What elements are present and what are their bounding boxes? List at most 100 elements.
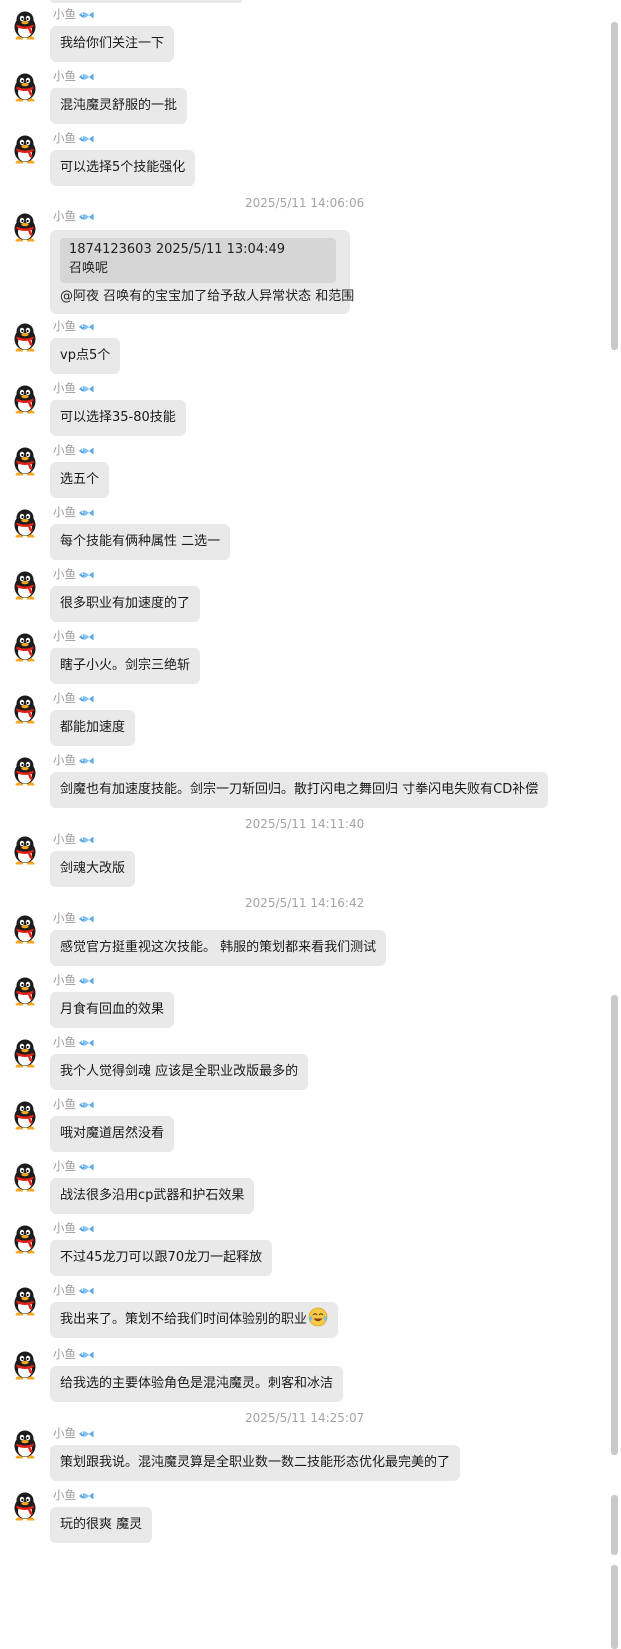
message-bubble[interactable]: 策划跟我说。混沌魔灵算是全职业数一数二技能形态优化最完美的了 xyxy=(50,1445,461,1481)
scrollbar-thumb-end[interactable] xyxy=(611,1565,618,1649)
message-text: 感觉官方挺重视这次技能。 韩服的策划都来看我们测试 xyxy=(60,940,377,955)
reply-message-bubble[interactable]: 1874123603 2025/5/11 13:04:49 召唤呢 @阿夜 召唤有的… xyxy=(50,230,354,314)
sender-name[interactable]: 小鱼 xyxy=(53,131,94,145)
message-bubble[interactable]: 每个技能有俩种属性 二选一 xyxy=(50,524,231,560)
sender-name-text: 小鱼 xyxy=(53,1159,76,1173)
qq-penguin-avatar-icon[interactable] xyxy=(10,835,40,865)
message-bubble[interactable]: 战法很多沿用cp武器和护石效果 xyxy=(50,1178,255,1214)
sender-name[interactable]: 小鱼 xyxy=(53,629,94,643)
message-bubble[interactable]: 瞎子小火。剑宗三绝斩 xyxy=(50,648,201,684)
qq-penguin-avatar-icon[interactable] xyxy=(10,1100,40,1130)
message-bubble[interactable]: 哦对魔道居然没看 xyxy=(50,1116,175,1152)
message-bubble[interactable]: 剑魂大改版 xyxy=(50,851,136,887)
sender-name-text: 小鱼 xyxy=(53,209,76,223)
qq-penguin-avatar-icon[interactable] xyxy=(10,384,40,414)
message-text: 我出来了。策划不给我们时间体验别的职业 xyxy=(60,1312,308,1327)
fish-badge-icon xyxy=(78,10,94,20)
sender-name[interactable]: 小鱼 xyxy=(53,1097,94,1111)
sender-name[interactable]: 小鱼 xyxy=(53,7,94,21)
sender-name-text: 小鱼 xyxy=(53,69,76,83)
message-bubble[interactable]: vp点5个 xyxy=(50,338,121,374)
sender-name[interactable]: 小鱼 xyxy=(53,973,94,987)
sender-name-text: 小鱼 xyxy=(53,443,76,457)
qq-penguin-avatar-icon[interactable] xyxy=(10,508,40,538)
message-bubble[interactable]: 混沌魔灵舒服的一批 xyxy=(50,88,188,124)
qq-penguin-avatar-icon[interactable] xyxy=(10,10,40,40)
message-text: 策划跟我说。混沌魔灵算是全职业数一数二技能形态优化最完美的了 xyxy=(60,1455,451,1470)
sender-name[interactable]: 小鱼 xyxy=(53,691,94,705)
message-bubble[interactable]: 不过45龙刀可以跟70龙刀一起释放 xyxy=(50,1240,273,1276)
sender-name[interactable]: 小鱼 xyxy=(53,1221,94,1235)
fish-badge-icon xyxy=(78,1224,94,1234)
qq-penguin-avatar-icon[interactable] xyxy=(10,976,40,1006)
qq-penguin-avatar-icon[interactable] xyxy=(10,756,40,786)
sender-name[interactable]: 小鱼 xyxy=(53,505,94,519)
sender-name-text: 小鱼 xyxy=(53,1035,76,1049)
sender-name[interactable]: 小鱼 xyxy=(53,69,94,83)
sender-name[interactable]: 小鱼 xyxy=(53,1035,94,1049)
message-text: 选五个 xyxy=(60,472,100,487)
sender-name[interactable]: 小鱼 xyxy=(53,911,94,925)
fish-badge-icon xyxy=(78,72,94,82)
message-bubble[interactable]: 可以选择35-80技能 xyxy=(50,400,186,436)
scrollbar-thumb-bottom[interactable] xyxy=(611,1495,618,1555)
sender-name[interactable]: 小鱼 xyxy=(53,443,94,457)
sender-name[interactable]: 小鱼 xyxy=(53,1159,94,1173)
message-bubble[interactable]: 我出来了。策划不给我们时间体验别的职业 xyxy=(50,1302,339,1338)
qq-penguin-avatar-icon[interactable] xyxy=(10,1491,40,1521)
message-text: 哦对魔道居然没看 xyxy=(60,1126,165,1141)
message-bubble[interactable]: 给我选的主要体验角色是混沌魔灵。刺客和冰洁 xyxy=(50,1366,344,1402)
message-bubble[interactable]: 都能加速度 xyxy=(50,710,136,746)
qq-penguin-avatar-icon[interactable] xyxy=(10,134,40,164)
sender-name[interactable]: 小鱼 xyxy=(53,1426,94,1440)
qq-penguin-avatar-icon[interactable] xyxy=(10,446,40,476)
qq-penguin-avatar-icon[interactable] xyxy=(10,694,40,724)
qq-penguin-avatar-icon[interactable] xyxy=(10,914,40,944)
message-bubble[interactable]: 玩的很爽 魔灵 xyxy=(50,1507,153,1543)
fish-badge-icon xyxy=(78,570,94,580)
fish-badge-icon xyxy=(78,632,94,642)
qq-penguin-avatar-icon[interactable] xyxy=(10,1162,40,1192)
sender-name[interactable]: 小鱼 xyxy=(53,1488,94,1502)
sender-name-text: 小鱼 xyxy=(53,131,76,145)
previous-bubble-edge xyxy=(50,0,242,3)
sender-name-text: 小鱼 xyxy=(53,505,76,519)
message-text: vp点5个 xyxy=(60,348,111,363)
sender-name-text: 小鱼 xyxy=(53,691,76,705)
message-bubble[interactable]: 剑魔也有加速度技能。剑宗一刀斩回归。散打闪电之舞回归 寸拳闪电失败有CD补偿 xyxy=(50,772,549,808)
message-bubble[interactable]: 很多职业有加速度的了 xyxy=(50,586,201,622)
sender-name[interactable]: 小鱼 xyxy=(53,319,94,333)
message-bubble[interactable]: 选五个 xyxy=(50,462,110,498)
scrollbar-thumb-upper[interactable] xyxy=(611,22,618,350)
sender-name[interactable]: 小鱼 xyxy=(53,1347,94,1361)
sender-name[interactable]: 小鱼 xyxy=(53,832,94,846)
qq-penguin-avatar-icon[interactable] xyxy=(10,322,40,352)
qq-penguin-avatar-icon[interactable] xyxy=(10,1350,40,1380)
sender-name[interactable]: 小鱼 xyxy=(53,1283,94,1297)
qq-penguin-avatar-icon[interactable] xyxy=(10,1224,40,1254)
sender-name[interactable]: 小鱼 xyxy=(53,753,94,767)
sender-name[interactable]: 小鱼 xyxy=(53,381,94,395)
chat-message-list[interactable]: 小鱼 我给你们关注一下 小鱼 混沌魔灵舒服的一批 小鱼 可以选择5个技能强化 2025/5/… xyxy=(0,0,600,1649)
message-bubble[interactable]: 我个人觉得剑魂 应该是全职业改版最多的 xyxy=(50,1054,309,1090)
qq-penguin-avatar-icon[interactable] xyxy=(10,212,40,242)
message-bubble[interactable]: 月食有回血的效果 xyxy=(50,992,175,1028)
sender-name[interactable]: 小鱼 xyxy=(53,567,94,581)
message-text: 战法很多沿用cp武器和护石效果 xyxy=(60,1188,245,1203)
sender-name-text: 小鱼 xyxy=(53,832,76,846)
qq-penguin-avatar-icon[interactable] xyxy=(10,570,40,600)
message-text: 不过45龙刀可以跟70龙刀一起释放 xyxy=(60,1250,263,1265)
message-bubble[interactable]: 可以选择5个技能强化 xyxy=(50,150,196,186)
message-text: 可以选择5个技能强化 xyxy=(60,160,186,175)
qq-penguin-avatar-icon[interactable] xyxy=(10,632,40,662)
qq-penguin-avatar-icon[interactable] xyxy=(10,1286,40,1316)
message-bubble[interactable]: 我给你们关注一下 xyxy=(50,26,175,62)
qq-penguin-avatar-icon[interactable] xyxy=(10,72,40,102)
message-text: 玩的很爽 魔灵 xyxy=(60,1517,143,1532)
qq-penguin-avatar-icon[interactable] xyxy=(10,1038,40,1068)
message-bubble[interactable]: 感觉官方挺重视这次技能。 韩服的策划都来看我们测试 xyxy=(50,930,387,966)
quoted-message[interactable]: 1874123603 2025/5/11 13:04:49 召唤呢 xyxy=(60,238,336,283)
sender-name[interactable]: 小鱼 xyxy=(53,209,94,223)
scrollbar-thumb-lower[interactable] xyxy=(611,995,618,1455)
qq-penguin-avatar-icon[interactable] xyxy=(10,1429,40,1459)
